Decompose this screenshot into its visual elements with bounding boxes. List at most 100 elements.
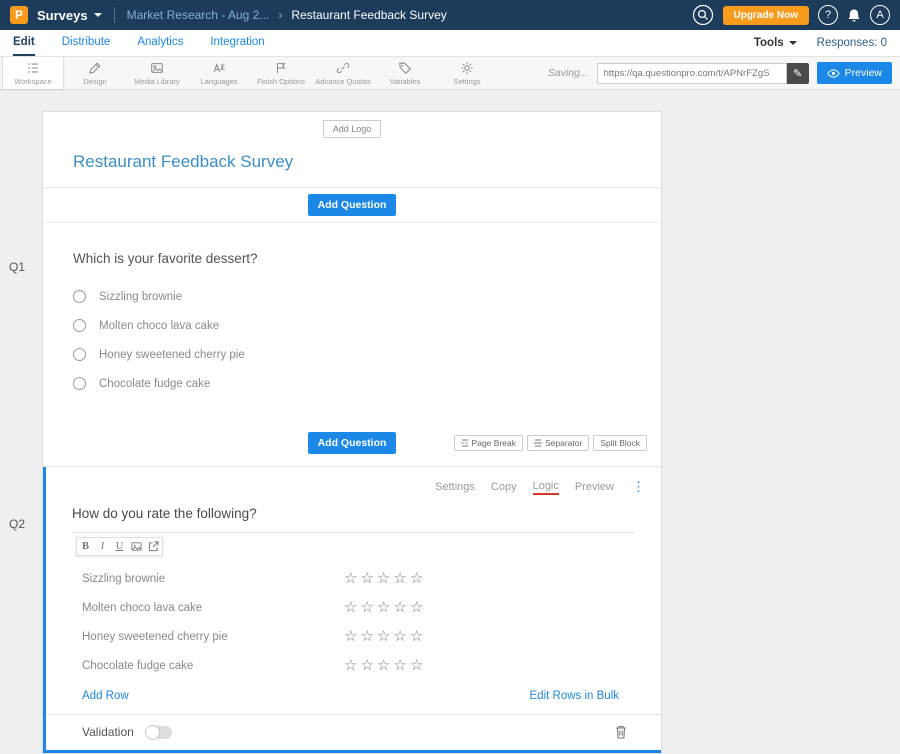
surveys-menu[interactable]: Surveys xyxy=(37,8,102,23)
toolbar-item-workspace[interactable]: Workspace xyxy=(2,57,64,89)
toolbar-item-design[interactable]: Design xyxy=(64,57,126,89)
separator-button[interactable]: Separator xyxy=(527,435,589,451)
tools-menu[interactable]: Tools xyxy=(754,37,797,49)
insert-link-button[interactable] xyxy=(145,538,162,555)
star-icon[interactable]: ☆ xyxy=(393,629,406,644)
tab-distribute[interactable]: Distribute xyxy=(62,30,111,56)
star-icon[interactable]: ☆ xyxy=(393,600,406,615)
radio-option[interactable]: Sizzling brownie xyxy=(73,282,661,311)
toolbar-item-settings[interactable]: Settings xyxy=(436,57,498,89)
survey-url-input[interactable] xyxy=(597,63,787,84)
add-logo-button[interactable]: Add Logo xyxy=(323,120,382,138)
toolbar-item-languages[interactable]: Languages xyxy=(188,57,250,89)
question-2-text[interactable]: How do you rate the following? xyxy=(72,506,257,521)
question-2-title-field[interactable]: How do you rate the following? xyxy=(72,505,635,533)
survey-card: Add Logo Restaurant Feedback Survey Add … xyxy=(42,111,662,754)
star-icon[interactable]: ☆ xyxy=(377,600,390,615)
search-icon[interactable] xyxy=(692,4,714,26)
responses-count[interactable]: Responses: 0 xyxy=(817,37,887,49)
breadcrumb-current: Restaurant Feedback Survey xyxy=(291,8,446,22)
split-block-label: Split Block xyxy=(600,438,640,448)
tab-edit[interactable]: Edit xyxy=(13,30,35,56)
editor-toolbar: Workspace Design Media Library Languages… xyxy=(0,57,900,90)
page-break-label: Page Break xyxy=(472,438,516,448)
question-logic-button[interactable]: Logic xyxy=(533,480,559,495)
star-icon[interactable]: ☆ xyxy=(393,571,406,586)
tab-integration[interactable]: Integration xyxy=(210,30,264,56)
question-2-block[interactable]: Settings Copy Logic Preview How do you r… xyxy=(43,467,661,753)
star-icon[interactable]: ☆ xyxy=(344,600,357,615)
bold-button[interactable] xyxy=(77,538,94,555)
question-copy-button[interactable]: Copy xyxy=(491,481,517,493)
toolbar-item-advance-quotas[interactable]: Advance Quotas xyxy=(312,57,374,89)
toolbar-item-media-library[interactable]: Media Library xyxy=(126,57,188,89)
avatar[interactable]: A xyxy=(870,5,890,25)
toggle-knob xyxy=(145,725,160,740)
more-options-icon[interactable] xyxy=(632,479,645,495)
star-icon[interactable]: ☆ xyxy=(377,658,390,673)
matrix-row-label[interactable]: Honey sweetened cherry pie xyxy=(82,631,344,643)
star-icon[interactable]: ☆ xyxy=(393,658,406,673)
question-preview-button[interactable]: Preview xyxy=(575,481,614,493)
question-1-block[interactable]: Which is your favorite dessert? Sizzling… xyxy=(43,223,661,467)
add-question-button[interactable]: Add Question xyxy=(308,194,397,216)
insert-image-button[interactable] xyxy=(128,538,145,555)
split-block-button[interactable]: Split Block xyxy=(593,435,647,451)
star-icon[interactable]: ☆ xyxy=(360,658,373,673)
questionpro-logo[interactable]: P xyxy=(10,6,28,24)
star-icon[interactable]: ☆ xyxy=(410,600,423,615)
page-break-button[interactable]: Page Break xyxy=(454,435,523,451)
star-icon[interactable]: ☆ xyxy=(410,571,423,586)
preview-button[interactable]: Preview xyxy=(817,62,892,84)
star-icon[interactable]: ☆ xyxy=(410,658,423,673)
star-icon[interactable]: ☆ xyxy=(377,571,390,586)
star-icon[interactable]: ☆ xyxy=(344,571,357,586)
star-icon[interactable]: ☆ xyxy=(360,629,373,644)
matrix-row-label[interactable]: Sizzling brownie xyxy=(82,573,344,585)
upgrade-now-button[interactable]: Upgrade Now xyxy=(723,6,809,25)
add-question-strip: Add Question xyxy=(43,188,661,223)
toolbar-item-label: Variables xyxy=(390,77,421,86)
question-label-q2: Q2 xyxy=(9,517,25,531)
radio-button-icon[interactable] xyxy=(73,319,86,332)
star-icon[interactable]: ☆ xyxy=(410,629,423,644)
add-row-link[interactable]: Add Row xyxy=(82,690,129,702)
topbar-divider xyxy=(114,7,115,23)
radio-option[interactable]: Molten choco lava cake xyxy=(73,311,661,340)
survey-title[interactable]: Restaurant Feedback Survey xyxy=(73,152,661,172)
survey-header: Add Logo Restaurant Feedback Survey xyxy=(43,112,661,188)
notifications-bell-icon[interactable] xyxy=(847,8,861,23)
edit-url-pencil-icon[interactable] xyxy=(787,63,809,84)
radio-option[interactable]: Chocolate fudge cake xyxy=(73,369,661,398)
block-tools: Page Break Separator Split Block xyxy=(454,435,647,451)
matrix-row-label[interactable]: Molten choco lava cake xyxy=(82,602,344,614)
toolbar-item-label: Finish Options xyxy=(257,77,305,86)
toolbar-right: Saving... Preview xyxy=(548,57,898,89)
underline-button[interactable] xyxy=(111,538,128,555)
star-icon[interactable]: ☆ xyxy=(344,629,357,644)
star-icon[interactable]: ☆ xyxy=(360,600,373,615)
toolbar-item-label: Design xyxy=(83,77,106,86)
delete-question-button[interactable] xyxy=(615,725,627,739)
toolbar-item-finish-options[interactable]: Finish Options xyxy=(250,57,312,89)
star-icon[interactable]: ☆ xyxy=(377,629,390,644)
tab-analytics[interactable]: Analytics xyxy=(137,30,183,56)
add-question-button[interactable]: Add Question xyxy=(308,432,397,454)
radio-button-icon[interactable] xyxy=(73,348,86,361)
toolbar-item-variables[interactable]: Variables xyxy=(374,57,436,89)
radio-option[interactable]: Honey sweetened cherry pie xyxy=(73,340,661,369)
question-1-text[interactable]: Which is your favorite dessert? xyxy=(73,251,661,266)
radio-button-icon[interactable] xyxy=(73,290,86,303)
star-icon[interactable]: ☆ xyxy=(360,571,373,586)
breadcrumb-folder[interactable]: Market Research - Aug 2... xyxy=(127,8,270,22)
italic-button[interactable] xyxy=(94,538,111,555)
question-settings-button[interactable]: Settings xyxy=(435,481,475,493)
validation-toggle[interactable] xyxy=(146,726,172,739)
radio-button-icon[interactable] xyxy=(73,377,86,390)
star-icon[interactable]: ☆ xyxy=(344,658,357,673)
matrix-row-label[interactable]: Chocolate fudge cake xyxy=(82,660,344,672)
help-button[interactable]: ? xyxy=(818,5,838,25)
edit-rows-in-bulk-link[interactable]: Edit Rows in Bulk xyxy=(530,690,619,702)
external-link-icon xyxy=(148,541,159,552)
block-footer: Add Question Page Break Separator Split … xyxy=(43,432,661,456)
